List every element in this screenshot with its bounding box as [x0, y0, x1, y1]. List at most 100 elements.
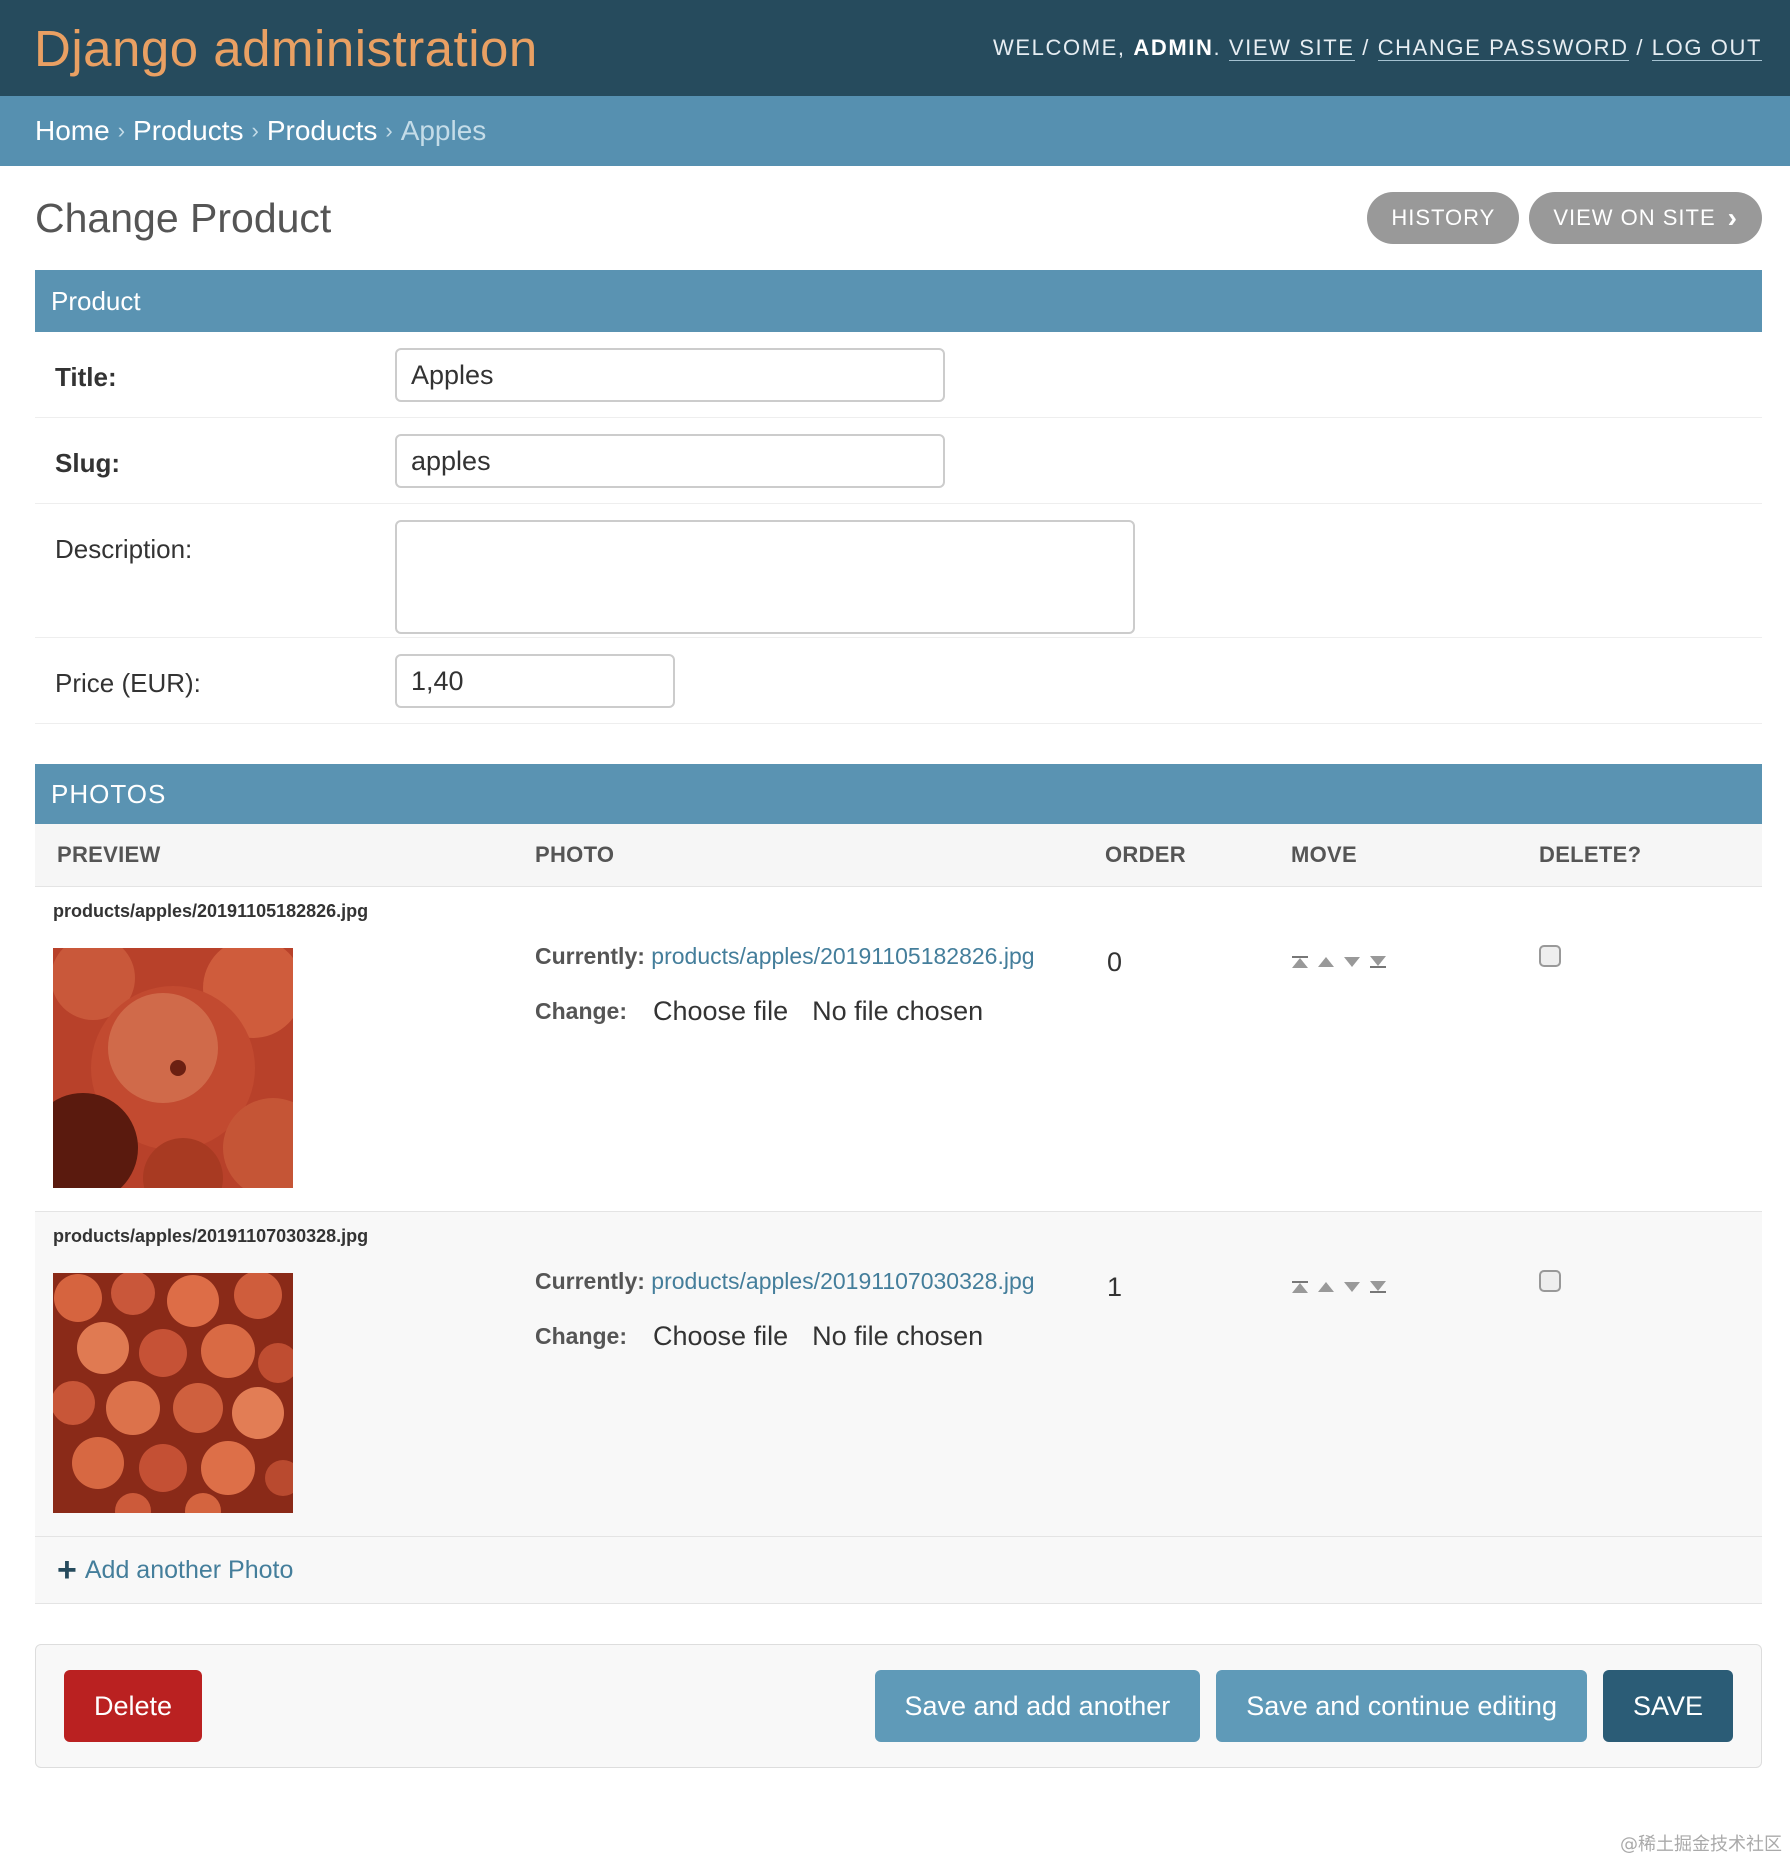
form-row-slug: Slug: apples	[35, 418, 1762, 504]
delete-checkbox[interactable]	[1539, 1270, 1561, 1292]
change-line: Change: Choose file No file chosen	[535, 996, 1105, 1027]
page-title: Change Product	[35, 194, 332, 241]
object-tools: HISTORY VIEW ON SITE ›	[1367, 192, 1762, 244]
slug-input[interactable]: apples	[395, 434, 945, 488]
move-cell	[1291, 1212, 1539, 1536]
photo-cell: Currently: products/apples/2019110703032…	[535, 1212, 1105, 1536]
breadcrumb-model[interactable]: Products	[267, 115, 378, 147]
log-out-link[interactable]: LOG OUT	[1651, 35, 1762, 61]
currently-label: Currently:	[535, 1268, 645, 1294]
no-file-chosen-text: No file chosen	[812, 1321, 984, 1351]
currently-label: Currently:	[535, 943, 645, 969]
description-textarea[interactable]	[395, 520, 1135, 634]
photos-inline: PHOTOS PREVIEW PHOTO ORDER MOVE DELETE? …	[28, 764, 1762, 1604]
view-on-site-label: VIEW ON SITE	[1553, 205, 1716, 230]
breadcrumb-current: Apples	[400, 115, 487, 146]
photos-inline-title: PHOTOS	[35, 764, 1762, 824]
photo-filename: products/apples/20191105182826.jpg	[53, 901, 369, 921]
submit-row: Delete Save and add another Save and con…	[35, 1644, 1762, 1768]
currently-line: Currently: products/apples/2019110518282…	[535, 943, 1105, 970]
title-row: Change Product HISTORY VIEW ON SITE ›	[35, 166, 1762, 270]
breadcrumb-app[interactable]: Products	[133, 115, 244, 147]
order-cell: 0	[1107, 947, 1123, 977]
table-row: products/apples/20191105182826.jpg Curre…	[28, 887, 1762, 1218]
view-on-site-button[interactable]: VIEW ON SITE ›	[1529, 192, 1762, 244]
title-input[interactable]: Apples	[395, 348, 945, 402]
price-input[interactable]: 1,40	[395, 654, 675, 708]
table-row: products/apples/20191107030328.jpg Curre…	[35, 1212, 1762, 1537]
photo-cell: Currently: products/apples/2019110518282…	[535, 887, 1105, 1211]
breadcrumb-separator: ›	[117, 118, 126, 143]
move-top-icon[interactable]	[1291, 955, 1309, 969]
photos-table-header: PREVIEW PHOTO ORDER MOVE DELETE?	[35, 824, 1762, 887]
form-row-description: Description:	[35, 504, 1762, 638]
current-photo-link[interactable]: products/apples/20191105182826.jpg	[651, 943, 1034, 969]
apple-photo-thumbnail	[28, 936, 323, 1218]
order-cell: 1	[1107, 1272, 1123, 1302]
history-button-label: HISTORY	[1391, 205, 1496, 230]
username: ADMIN	[1133, 35, 1214, 60]
view-site-link[interactable]: VIEW SITE	[1228, 35, 1355, 61]
price-label: Price (EUR):	[55, 668, 201, 698]
add-another-photo-row[interactable]: + Add another Photo	[35, 1537, 1762, 1604]
delete-button[interactable]: Delete	[64, 1670, 203, 1742]
move-bottom-icon[interactable]	[1369, 955, 1387, 969]
delete-cell	[1539, 1212, 1762, 1536]
chevron-right-icon: ›	[1727, 202, 1738, 233]
form-row-price: Price (EUR): 1,40	[35, 638, 1762, 724]
history-button[interactable]: HISTORY	[1367, 192, 1520, 244]
user-tools: WELCOME, ADMIN. VIEW SITE / CHANGE PASSW…	[993, 35, 1762, 61]
move-bottom-icon[interactable]	[1369, 1280, 1387, 1294]
content: Change Product HISTORY VIEW ON SITE › Pro…	[0, 166, 1790, 1768]
save-button[interactable]: SAVE	[1602, 1670, 1733, 1742]
move-up-icon[interactable]	[1317, 955, 1335, 969]
move-down-icon[interactable]	[1343, 955, 1361, 969]
change-password-link[interactable]: CHANGE PASSWORD	[1377, 35, 1629, 61]
save-buttons: Save and add another Save and continue e…	[874, 1670, 1733, 1742]
header: Django administration WELCOME, ADMIN. VI…	[0, 0, 1790, 96]
breadcrumb-separator: ›	[385, 118, 393, 143]
move-top-icon[interactable]	[1291, 1280, 1309, 1294]
user-tools-separator: /	[1354, 35, 1378, 60]
product-fieldset: Product Title: Apples Slug: apples Descr…	[35, 270, 1762, 724]
change-line: Change: Choose file No file chosen	[535, 1321, 1105, 1352]
title-label: Title:	[55, 362, 117, 392]
welcome-text: WELCOME,	[993, 35, 1134, 60]
save-and-continue-button[interactable]: Save and continue editing	[1216, 1670, 1587, 1742]
preview-cell: products/apples/20191105182826.jpg	[28, 887, 535, 1218]
column-header-photo: PHOTO	[535, 842, 615, 867]
current-photo-link[interactable]: products/apples/20191107030328.jpg	[651, 1268, 1034, 1294]
no-file-chosen-text: No file chosen	[812, 996, 984, 1026]
choose-file-button[interactable]: Choose file	[653, 1321, 788, 1352]
site-branding[interactable]: Django administration	[34, 19, 538, 78]
move-cell	[1291, 887, 1539, 1211]
welcome-suffix: .	[1213, 35, 1229, 60]
apples-photo-thumbnail	[51, 1271, 301, 1529]
description-field-wrapper	[395, 504, 1135, 637]
column-header-preview: PREVIEW	[57, 842, 161, 867]
price-field-wrapper: 1,40	[395, 638, 675, 723]
currently-line: Currently: products/apples/2019110703032…	[535, 1268, 1105, 1295]
column-header-delete: DELETE?	[1539, 842, 1642, 867]
slug-label: Slug:	[55, 448, 120, 478]
breadcrumb-home[interactable]: Home	[35, 115, 110, 147]
photo-filename: products/apples/20191107030328.jpg	[53, 1226, 369, 1246]
preview-cell: products/apples/20191107030328.jpg	[35, 1212, 535, 1536]
delete-checkbox[interactable]	[1539, 945, 1561, 967]
move-down-icon[interactable]	[1343, 1280, 1361, 1294]
add-another-photo-link[interactable]: Add another Photo	[85, 1556, 294, 1585]
delete-cell	[1539, 887, 1762, 1211]
choose-file-button[interactable]: Choose file	[653, 996, 788, 1027]
column-header-order: ORDER	[1105, 842, 1186, 867]
slug-field-wrapper: apples	[395, 418, 945, 503]
watermark: @稀土掘金技术社区	[1620, 1834, 1782, 1855]
breadcrumb: Home › Products › Products › Apples	[0, 96, 1790, 166]
breadcrumb-separator: ›	[251, 118, 259, 143]
title-field-wrapper: Apples	[395, 332, 945, 417]
move-up-icon[interactable]	[1317, 1280, 1335, 1294]
plus-icon: +	[57, 1550, 77, 1589]
change-label: Change:	[535, 998, 627, 1024]
form-row-title: Title: Apples	[35, 332, 1762, 418]
save-and-add-another-button[interactable]: Save and add another	[874, 1670, 1201, 1742]
column-header-move: MOVE	[1291, 842, 1357, 867]
